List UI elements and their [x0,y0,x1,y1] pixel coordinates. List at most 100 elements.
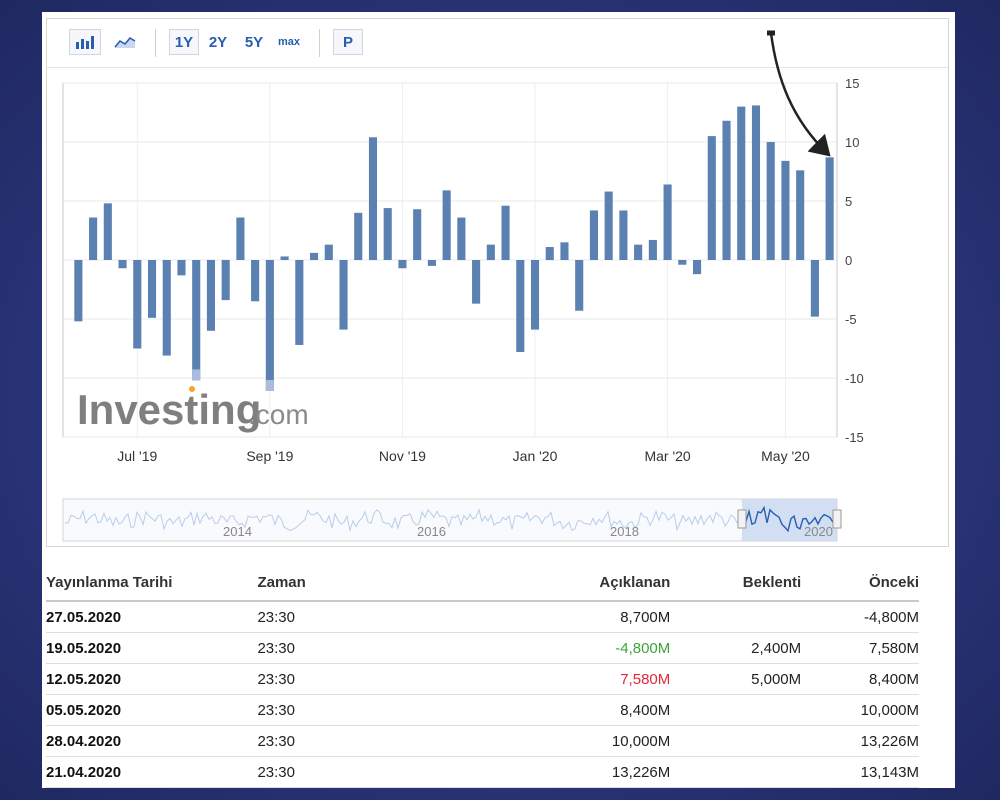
table-row: 19.05.2020 23:30 -4,800M 2,400M 7,580M [46,632,919,664]
bar[interactable] [648,239,657,260]
bar-hover-highlight [192,369,201,381]
header-previous[interactable]: Önceki [801,564,919,602]
bar[interactable] [737,106,746,260]
bar[interactable] [472,260,481,304]
bar[interactable] [310,252,319,260]
y-tick-label: -15 [845,430,864,445]
bar[interactable] [383,208,392,260]
bar[interactable] [766,142,775,260]
bar[interactable] [74,260,83,322]
chart-panel: 1Y 2Y 5Y max P 15 10 5 0 -5 -10 -15 Jul '19 Sep… [42,12,955,788]
bar[interactable] [192,260,201,381]
bar[interactable] [634,244,643,260]
bar[interactable] [486,244,495,260]
cell-previous: 8,400M [801,663,919,695]
y-tick-label: -5 [845,312,857,327]
bar[interactable] [133,260,142,349]
bar[interactable] [589,210,598,260]
bar[interactable] [280,256,289,260]
bar[interactable] [457,217,466,260]
bar[interactable] [810,260,819,317]
bar[interactable] [427,260,436,266]
chart-container: 1Y 2Y 5Y max P 15 10 5 0 -5 -10 -15 Jul '19 Sep… [46,18,949,547]
bar[interactable] [575,260,584,311]
bar[interactable] [442,190,451,260]
bar[interactable] [89,217,98,260]
cell-previous: 7,580M [801,632,919,664]
bar[interactable] [413,209,422,260]
navigator-year-label: 2016 [417,524,446,539]
bar[interactable] [368,137,378,260]
bar[interactable] [295,260,304,345]
cell-time: 23:30 [257,632,439,664]
bar[interactable] [324,244,333,260]
cell-date: 27.05.2020 [46,601,258,633]
cell-time: 23:30 [257,725,439,757]
bar[interactable] [825,157,834,260]
navigator-left-handle[interactable] [737,509,747,529]
bar[interactable] [707,136,716,260]
bar[interactable] [265,260,274,391]
bar[interactable] [501,205,510,260]
cell-time: 23:30 [257,694,439,726]
bar[interactable] [751,105,761,260]
y-tick-label: 0 [845,253,852,268]
navigator[interactable] [62,498,838,542]
cell-forecast [670,725,802,757]
cell-actual: 8,400M [438,694,671,726]
bar[interactable] [678,260,687,265]
bar[interactable] [722,120,731,260]
bar[interactable] [398,260,407,269]
bar[interactable] [339,260,348,330]
cell-actual: 7,580M [438,663,671,695]
bar[interactable] [560,242,569,260]
table-row: 21.04.2020 23:30 13,226M 13,143M [46,756,919,788]
y-axis-ticks: 15 10 5 0 -5 -10 -15 [845,76,864,445]
y-tick-label: -10 [845,371,864,386]
bar[interactable] [604,191,613,260]
table-row: 28.04.2020 23:30 10,000M 13,226M [46,725,919,757]
bar[interactable] [221,260,230,301]
bar[interactable] [177,260,186,276]
cell-time: 23:30 [257,756,439,788]
header-date[interactable]: Yayınlanma Tarihi [46,564,258,602]
cell-actual: -4,800M [438,632,671,664]
cell-forecast [670,694,802,726]
bar[interactable] [206,260,215,331]
bar[interactable] [354,212,363,260]
y-tick-label: 10 [845,135,859,150]
header-actual[interactable]: Açıklanan [438,564,671,602]
header-time[interactable]: Zaman [257,564,439,602]
bar[interactable] [162,260,171,356]
bar[interactable] [781,160,790,260]
bar[interactable] [103,203,112,260]
x-tick-label: Mar '20 [644,448,690,464]
data-table-area: Yayınlanma Tarihi Zaman Açıklanan Beklen… [42,564,955,788]
header-forecast[interactable]: Beklenti [670,564,802,602]
bar[interactable] [663,184,672,260]
bar[interactable] [236,217,245,260]
navigator-year-label: 2020 [804,524,833,539]
navigator-right-handle[interactable] [832,509,842,529]
bar[interactable] [147,260,157,318]
bar[interactable] [516,260,525,353]
bar[interactable] [693,260,702,275]
cell-date: 28.04.2020 [46,725,258,757]
bar[interactable] [118,260,127,269]
cell-forecast: 5,000M [670,663,802,695]
cell-date: 12.05.2020 [46,663,258,695]
bar[interactable] [530,260,540,330]
bar[interactable] [251,260,260,302]
bar[interactable] [619,210,628,260]
y-tick-label: 15 [845,76,859,91]
bar[interactable] [796,170,805,260]
cell-date: 05.05.2020 [46,694,258,726]
cell-previous: 13,143M [801,756,919,788]
bar[interactable] [545,247,554,260]
cell-date: 19.05.2020 [46,632,258,664]
watermark-suffix: .com [248,399,309,430]
cell-previous: -4,800M [801,601,919,633]
navigator-year-label: 2014 [223,524,252,539]
x-tick-label: Jan '20 [513,448,558,464]
x-tick-label: Jul '19 [117,448,157,464]
